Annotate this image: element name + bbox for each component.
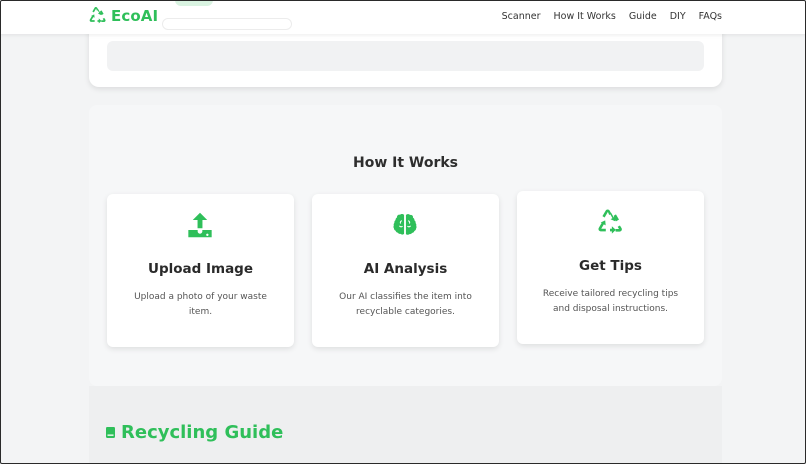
scroll-artifact-pill — [162, 18, 292, 30]
section-title: How It Works — [352, 155, 459, 171]
step-card-analysis: AI Analysis Our AI classifies the item i… — [312, 194, 499, 347]
nav-link-how-it-works[interactable]: How It Works — [554, 11, 616, 22]
upload-icon — [188, 212, 212, 238]
scroll-artifact — [175, 0, 213, 6]
step-description: Receive tailored recycling tips and disp… — [542, 289, 679, 314]
nav-link-diy[interactable]: DIY — [670, 11, 686, 22]
guide-title: Recycling Guide — [121, 422, 284, 443]
scanner-result-bar — [107, 41, 704, 71]
step-title: Get Tips — [579, 258, 642, 274]
step-description: Upload a photo of your waste item. — [134, 292, 267, 317]
nav-link-guide[interactable]: Guide — [629, 11, 657, 22]
guide-heading: Recycling Guide — [106, 422, 283, 443]
book-icon — [106, 427, 115, 438]
scanner-card — [89, 28, 722, 87]
step-card-tips: Get Tips Receive tailored recycling tips… — [517, 191, 704, 344]
navbar: EcoAI Scanner How It Works Guide DIY FAQ… — [0, 0, 806, 34]
nav-link-faqs[interactable]: FAQs — [699, 11, 722, 22]
step-description: Our AI classifies the item into recyclab… — [339, 292, 472, 317]
brain-icon — [393, 213, 417, 235]
recycle-icon — [89, 7, 106, 24]
brand-logo[interactable]: EcoAI — [88, 6, 158, 25]
brand-name: EcoAI — [111, 6, 159, 25]
recycling-guide-section: Recycling Guide — [89, 386, 722, 464]
nav-menu: Scanner How It Works Guide DIY FAQs — [502, 11, 722, 22]
step-card-upload: Upload Image Upload a photo of your wast… — [107, 194, 294, 347]
nav-link-scanner[interactable]: Scanner — [502, 11, 541, 22]
step-title: Upload Image — [147, 261, 254, 277]
how-it-works-section: How It Works Upload Image Upload a photo… — [89, 105, 722, 386]
step-title: AI Analysis — [363, 261, 448, 277]
recycle-icon — [598, 209, 622, 234]
